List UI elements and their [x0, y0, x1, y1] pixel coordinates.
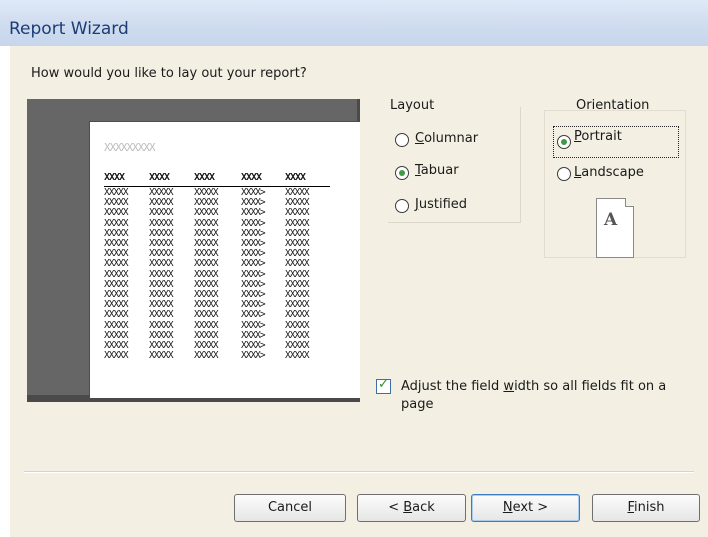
preview-data-cell: XXXXX [285, 350, 310, 362]
columnar-text: olumnar [424, 131, 479, 146]
tabular-text: abuar [420, 163, 459, 178]
preview-data-cell: XXXXX [149, 207, 174, 219]
preview-data-cell: XXXXX [194, 309, 219, 321]
preview-header-cell: XXXX [104, 172, 125, 183]
preview-data-cell: XXXX> [241, 207, 266, 219]
window-title: Report Wizard [9, 19, 129, 39]
portrait-label[interactable]: Portrait [574, 129, 622, 144]
adjust-width-text-1: Adjust the field [401, 379, 504, 394]
justified-label[interactable]: Justified [415, 197, 467, 212]
finish-button[interactable]: Finish [592, 494, 700, 522]
back-text: ack [412, 500, 435, 515]
back-button[interactable]: < Back [357, 494, 466, 522]
justified-radio[interactable] [395, 199, 409, 213]
orientation-group-label: Orientation [576, 98, 650, 113]
next-text: ext > [512, 500, 549, 515]
preview-data-cell: XXXX> [241, 309, 266, 321]
back-accel: B [403, 500, 413, 515]
justified-text: ustified [418, 197, 468, 212]
portrait-page-icon: A [596, 198, 634, 258]
preview-data-cell: XXXXX [194, 350, 219, 362]
preview-data-cell: XXXXX [194, 258, 219, 270]
preview-data-cell: XXXXX [149, 309, 174, 321]
preview-data-cell: XXXXX [149, 350, 174, 362]
landscape-text: andscape [581, 165, 644, 180]
adjust-width-accel: w [503, 379, 515, 394]
adjust-width-label[interactable]: Adjust the field width so all fields fit… [401, 378, 686, 414]
back-prefix: < [388, 500, 404, 515]
preview-header-cell: XXXX [149, 172, 170, 183]
layout-preview-page [89, 121, 360, 398]
preview-data-cell: XXXXX [285, 207, 310, 219]
finish-text: inish [634, 500, 665, 515]
columnar-accel: C [415, 131, 425, 146]
preview-data-cell: XXXXX [104, 258, 129, 270]
layout-question: How would you like to lay out your repor… [31, 66, 307, 81]
tabular-label[interactable]: Tabuar [415, 163, 459, 178]
preview-header-row: XXXX XXXX XXXX XXXX XXXX [104, 172, 330, 187]
page-fold [625, 198, 634, 207]
columnar-radio[interactable] [395, 133, 409, 147]
preview-data-cell: XXXX> [241, 350, 266, 362]
group-separator [388, 222, 520, 223]
tabular-radio[interactable] [395, 166, 409, 180]
preview-data-cell: XXXX> [241, 258, 266, 270]
next-accel: N [502, 500, 513, 515]
next-button[interactable]: Next > [471, 494, 580, 522]
portrait-radio[interactable] [557, 135, 571, 149]
title-bar[interactable]: Report Wizard [0, 0, 708, 46]
preview-data-cell: XXXXX [104, 207, 129, 219]
landscape-radio[interactable] [557, 167, 571, 181]
adjust-width-checkbox[interactable] [376, 377, 391, 394]
group-separator [520, 107, 521, 223]
preview-data-cell: XXXXX [194, 207, 219, 219]
preview-data-cell: XXXXX [104, 350, 129, 362]
preview-data-cell: XXXXX [285, 258, 310, 270]
page-icon-letter: A [604, 210, 618, 230]
cancel-button-label: Cancel [267, 500, 313, 515]
portrait-text: ortrait [581, 129, 622, 144]
cancel-button[interactable]: Cancel [234, 494, 346, 522]
preview-data-cell: XXXXX [149, 258, 174, 270]
columnar-label[interactable]: Columnar [415, 131, 478, 146]
preview-header-cell: XXXX [241, 172, 262, 183]
preview-report-title: XXXXXXXXX [104, 141, 156, 154]
layout-group-label: Layout [390, 98, 435, 113]
preview-data-cell: XXXXX [104, 309, 129, 321]
preview-header-cell: XXXX [285, 172, 306, 183]
preview-data-cell: XXXXX [285, 309, 310, 321]
preview-header-cell: XXXX [194, 172, 215, 183]
footer-separator-highlight [24, 472, 694, 473]
report-wizard-window: Report Wizard How would you like to lay … [0, 0, 708, 537]
landscape-label[interactable]: Landscape [574, 165, 644, 180]
